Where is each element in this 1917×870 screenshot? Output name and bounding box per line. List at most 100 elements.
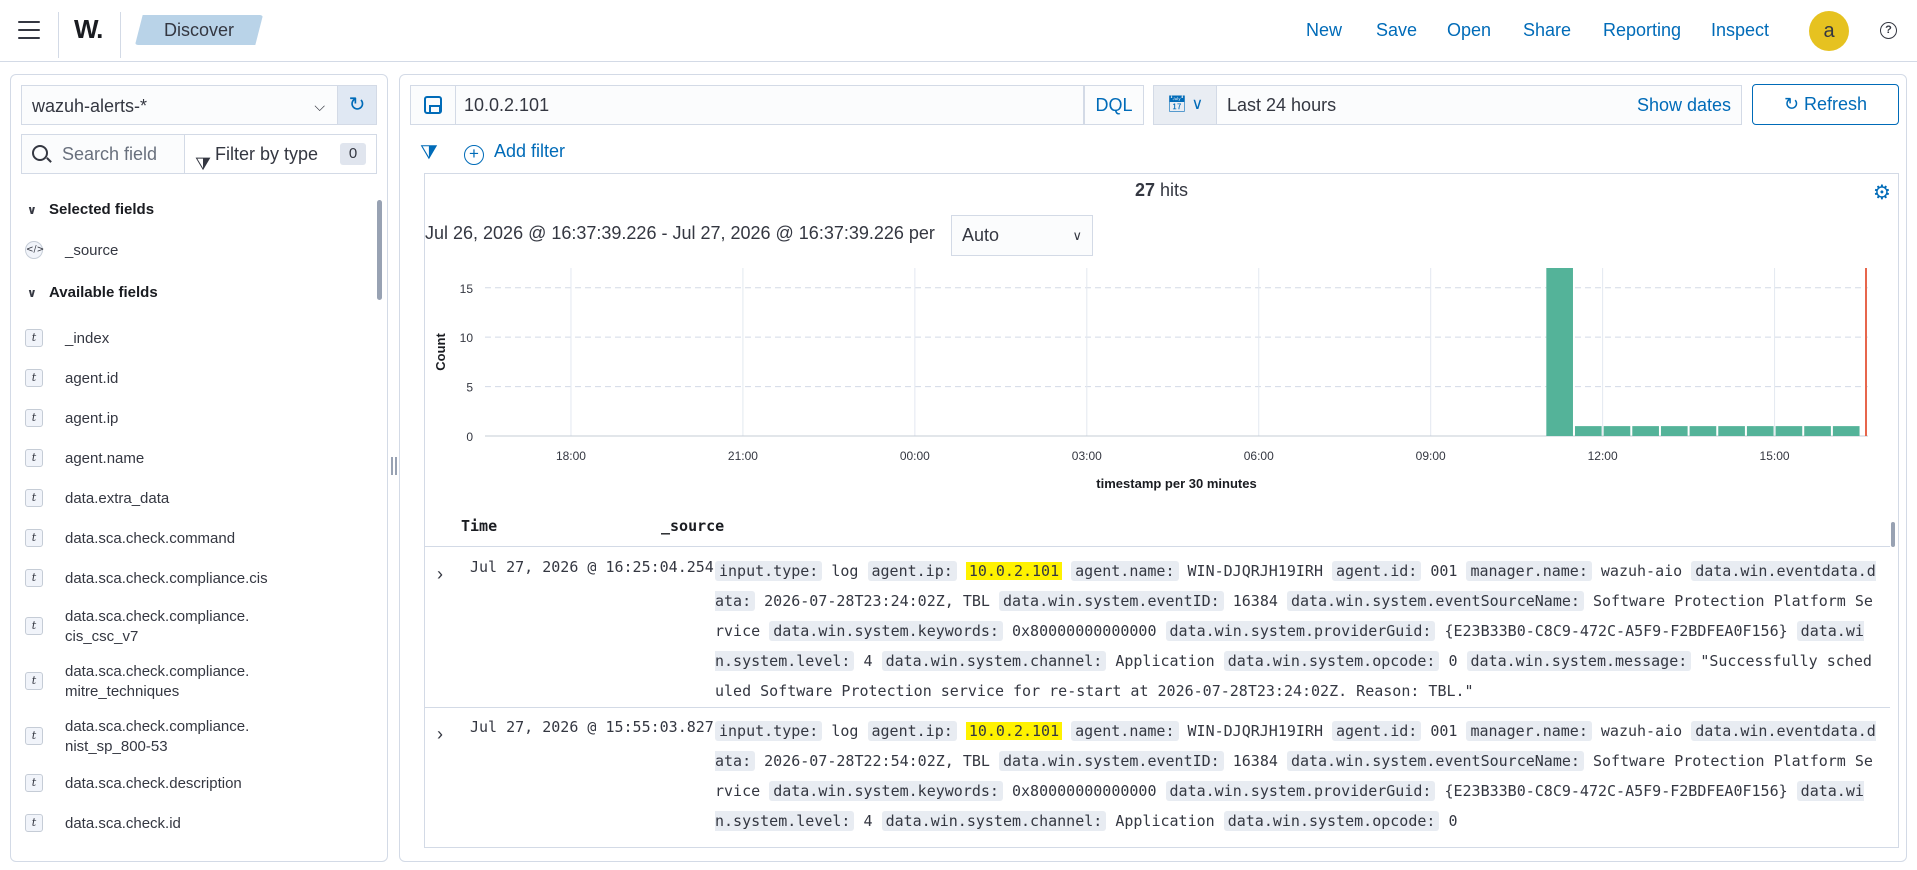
string-type-icon: t <box>25 814 43 832</box>
x-tick-label: 18:00 <box>556 449 586 463</box>
nav-inspect[interactable]: Inspect <box>1711 20 1769 41</box>
resize-handle[interactable] <box>391 457 397 475</box>
filter-options-icon[interactable]: ⧩ <box>420 142 438 165</box>
query-language-toggle[interactable]: DQL <box>1084 85 1144 125</box>
available-fields-header[interactable]: ∨ Available fields <box>27 284 158 301</box>
funnel-icon: ⧩ <box>195 154 212 174</box>
x-tick-label: 03:00 <box>1072 449 1102 463</box>
field-key: agent.name: <box>1071 561 1179 581</box>
refresh-label: Refresh <box>1804 94 1868 114</box>
chevron-down-icon: ∨ <box>27 203 37 217</box>
field-key: agent.ip: <box>867 561 957 581</box>
table-row[interactable]: › Jul 27, 2026 @ 16:25:04.254 input.type: … <box>425 552 1890 712</box>
source-type-icon: </> <box>25 241 44 259</box>
field-key: data.win.system.opcode: <box>1223 651 1440 671</box>
field-value: 0 <box>1448 812 1458 830</box>
column-header-time[interactable]: Time <box>461 517 497 535</box>
field-value: Application <box>1115 652 1215 670</box>
histogram-bar <box>1603 426 1631 436</box>
expand-row-icon[interactable]: › <box>437 564 443 585</box>
field-value: {E23B33B0-C8C9-472C-A5F9-F2BDFEA0F156} <box>1444 622 1788 640</box>
field-value: WIN-DJQRJH19IRH <box>1187 722 1323 740</box>
string-type-icon: t <box>25 489 43 507</box>
query-input[interactable]: 10.0.2.101 <box>456 85 1084 125</box>
field-value: 4 <box>863 652 873 670</box>
logo-text: W. <box>74 14 103 44</box>
field-value: log <box>831 722 859 740</box>
field-value: log <box>831 562 859 580</box>
hits-number: 27 <box>1134 180 1155 200</box>
nav-reporting[interactable]: Reporting <box>1603 20 1681 41</box>
field-value: 0x80000000000000 <box>1012 622 1157 640</box>
string-type-icon: t <box>25 329 43 347</box>
date-range-text: Jul 26, 2026 @ 16:37:39.226 - Jul 27, 20… <box>425 223 935 243</box>
show-dates-link[interactable]: Show dates <box>1637 86 1731 124</box>
chevron-down-icon: ∨ <box>27 286 37 300</box>
string-type-icon: t <box>25 727 43 745</box>
table-row[interactable]: › Jul 27, 2026 @ 15:55:03.827 input.type: … <box>425 712 1890 847</box>
gear-icon[interactable]: ⚙ <box>1873 180 1891 205</box>
nav-new[interactable]: New <box>1306 20 1342 41</box>
field-value: wazuh-aio <box>1600 722 1683 740</box>
histogram-chart: 0 5 10 15 18:00 21:00 00:00 03:00 06:00 09:00 12:0… <box>433 268 1868 491</box>
nav-open[interactable]: Open <box>1447 20 1491 41</box>
filter-by-type-button[interactable]: ⧩ Filter by type 0 <box>184 134 377 174</box>
refresh-index-icon[interactable]: ↻ <box>337 85 377 125</box>
field-key: manager.name: <box>1466 721 1592 741</box>
y-tick-label: 0 <box>466 430 473 444</box>
menu-hamburger-icon[interactable] <box>18 21 40 39</box>
histogram-bar <box>1775 426 1803 436</box>
date-quick-menu[interactable]: 📅︎ ∨ <box>1153 85 1217 125</box>
app-logo[interactable]: W. <box>74 14 103 45</box>
interval-value: Auto <box>962 225 1000 245</box>
histogram-bar <box>1660 426 1688 436</box>
field-key: data.win.system.opcode: <box>1223 811 1440 831</box>
y-axis-label: Count <box>433 333 448 371</box>
field-key: data.win.system.keywords: <box>769 621 1003 641</box>
index-pattern-select[interactable]: wazuh-alerts-* ⌵ <box>21 85 337 125</box>
field-key: data.win.system.channel: <box>881 651 1107 671</box>
nav-share[interactable]: Share <box>1523 20 1571 41</box>
refresh-button[interactable]: ↻ Refresh <box>1752 84 1899 125</box>
chevron-down-icon: ⌵ <box>314 98 325 114</box>
field-name: agent.id <box>65 370 119 387</box>
breadcrumb-discover[interactable]: Discover <box>135 15 263 45</box>
histogram-bar <box>1546 268 1573 436</box>
saved-query-button[interactable] <box>410 85 456 125</box>
expand-row-icon[interactable]: › <box>437 724 443 745</box>
x-tick-label: 21:00 <box>728 449 758 463</box>
help-icon[interactable]: ? <box>1880 22 1897 39</box>
histogram-bar <box>1746 426 1774 436</box>
string-type-icon: t <box>25 449 43 467</box>
histogram-bar <box>1832 426 1860 436</box>
results-scrollbar[interactable] <box>1891 522 1895 547</box>
nav-save[interactable]: Save <box>1376 20 1417 41</box>
interval-select[interactable]: Auto ∨ <box>951 215 1093 256</box>
field-key: data.win.system.channel: <box>881 811 1107 831</box>
field-key: agent.id: <box>1332 721 1422 741</box>
user-avatar[interactable]: a <box>1809 11 1849 51</box>
field-name: agent.ip <box>65 410 119 427</box>
table-header-divider <box>425 546 1890 547</box>
field-value: wazuh-aio <box>1600 562 1683 580</box>
selected-fields-header[interactable]: ∨ Selected fields <box>27 201 154 218</box>
row-source: input.type: log agent.ip: 10.0.2.101 age… <box>715 716 1880 836</box>
available-fields-title: Available fields <box>49 284 158 301</box>
field-name: data.sca.check.compliance.cis <box>65 570 268 587</box>
search-field-input[interactable]: Search field <box>21 134 189 174</box>
chevron-down-icon: ∨ <box>1191 96 1204 113</box>
field-value: 2026-07-28T23:24:02Z, TBL <box>764 592 990 610</box>
y-tick-label: 10 <box>460 331 474 345</box>
filter-by-type-label: Filter by type <box>215 144 319 164</box>
header-divider <box>58 12 59 58</box>
field-key: data.win.system.eventID: <box>998 591 1224 611</box>
field-key: data.win.system.providerGuid: <box>1165 621 1436 641</box>
string-type-icon: t <box>25 672 43 690</box>
x-tick-label: 06:00 <box>1244 449 1274 463</box>
sidebar-scrollbar[interactable] <box>377 200 382 300</box>
top-header: W. Discover New Save Open Share Reporting Ins… <box>0 0 1917 62</box>
column-header-source[interactable]: _source <box>661 517 724 535</box>
time-range-picker[interactable]: Last 24 hours Show dates <box>1217 85 1742 125</box>
add-filter-button[interactable]: + Add filter <box>464 141 565 165</box>
refresh-icon: ↻ <box>1783 94 1800 114</box>
